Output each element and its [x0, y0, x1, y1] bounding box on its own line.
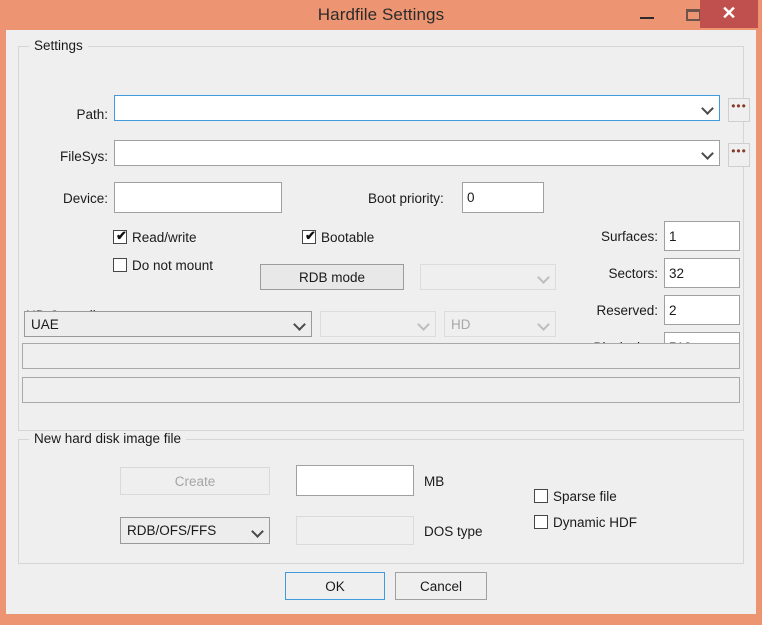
filesys-combo[interactable]	[114, 140, 720, 166]
hardfile-settings-window: Hardfile Settings ✕ Settings Path: ••• F…	[0, 0, 762, 625]
settings-groupbox-title: Settings	[29, 38, 88, 53]
minimize-icon	[640, 17, 654, 19]
new-image-groupbox: New hard disk image file	[18, 439, 744, 564]
rdb-unit-combo	[420, 264, 556, 290]
close-button[interactable]: ✕	[700, 0, 758, 28]
path-label: Path:	[36, 107, 108, 123]
readwrite-label: Read/write	[132, 230, 197, 245]
chevron-down-icon	[703, 103, 712, 112]
hd-controller-unit-combo	[320, 311, 436, 337]
boot-priority-input[interactable]	[462, 182, 544, 213]
do-not-mount-checkbox[interactable]: Do not mount	[113, 257, 213, 273]
surfaces-label: Surfaces:	[536, 229, 658, 245]
device-type-value: HD	[451, 312, 533, 336]
chevron-down-icon	[295, 319, 304, 328]
checkbox-box: ✔	[113, 230, 127, 244]
ellipsis-icon: •••	[731, 102, 747, 110]
checkbox-box	[534, 489, 548, 503]
rdb-mode-button[interactable]: RDB mode	[260, 264, 404, 290]
image-filesystem-combo[interactable]: RDB/OFS/FFS	[120, 517, 270, 544]
dynamic-hdf-label: Dynamic HDF	[553, 515, 637, 530]
rdb-mode-label: RDB mode	[299, 270, 365, 285]
create-button[interactable]: Create	[120, 467, 270, 495]
path-browse-button[interactable]: •••	[728, 98, 750, 122]
sparse-file-checkbox[interactable]: Sparse file	[534, 488, 617, 504]
image-filesystem-value: RDB/OFS/FFS	[127, 518, 247, 543]
device-label: Device:	[28, 191, 108, 207]
new-image-groupbox-title: New hard disk image file	[29, 431, 186, 446]
boot-priority-label: Boot priority:	[368, 191, 444, 207]
dynamic-hdf-checkbox[interactable]: Dynamic HDF	[534, 514, 637, 530]
cancel-button[interactable]: Cancel	[395, 572, 487, 600]
sparse-file-label: Sparse file	[553, 489, 617, 504]
rdb-unit-value	[427, 265, 533, 289]
info-bar-2	[22, 377, 740, 403]
size-unit-label: MB	[424, 474, 444, 490]
hd-controller-unit-value	[327, 312, 413, 336]
filesys-label: FileSys:	[28, 149, 108, 165]
hd-controller-value: UAE	[31, 312, 289, 336]
dos-type-label: DOS type	[424, 524, 483, 540]
ellipsis-icon: •••	[731, 147, 747, 155]
bootable-checkbox[interactable]: ✔ Bootable	[302, 229, 374, 245]
create-label: Create	[175, 474, 216, 489]
info-bar-1	[22, 343, 740, 369]
minimize-button[interactable]	[624, 0, 670, 28]
ok-button[interactable]: OK	[285, 572, 385, 600]
chevron-down-icon	[539, 272, 548, 281]
chevron-down-icon	[703, 148, 712, 157]
chevron-down-icon	[253, 526, 262, 535]
hd-controller-combo[interactable]: UAE	[24, 311, 312, 337]
close-icon: ✕	[700, 0, 758, 28]
bootable-label: Bootable	[321, 230, 374, 245]
filesys-browse-button[interactable]: •••	[728, 143, 750, 167]
chevron-down-icon	[419, 319, 428, 328]
checkbox-box: ✔	[302, 230, 316, 244]
reserved-input[interactable]	[664, 295, 740, 325]
maximize-icon	[686, 9, 701, 21]
do-not-mount-label: Do not mount	[132, 258, 213, 273]
path-value	[121, 96, 697, 120]
readwrite-checkbox[interactable]: ✔ Read/write	[113, 229, 197, 245]
dialog-client-area: Settings Path: ••• FileSys: ••• Device: …	[6, 30, 756, 614]
title-bar[interactable]: Hardfile Settings ✕	[0, 0, 762, 30]
ok-label: OK	[325, 579, 345, 594]
checkbox-box	[113, 258, 127, 272]
sectors-input[interactable]	[664, 258, 740, 288]
device-input[interactable]	[114, 182, 282, 213]
path-combo[interactable]	[114, 95, 720, 121]
check-icon: ✔	[116, 230, 127, 242]
cancel-label: Cancel	[420, 579, 462, 594]
device-type-combo: HD	[444, 311, 556, 337]
dos-type-input	[296, 516, 414, 545]
chevron-down-icon	[539, 319, 548, 328]
check-icon: ✔	[305, 230, 316, 242]
image-size-input[interactable]	[296, 465, 414, 496]
surfaces-input[interactable]	[664, 221, 740, 251]
filesys-value	[121, 141, 697, 165]
checkbox-box	[534, 515, 548, 529]
